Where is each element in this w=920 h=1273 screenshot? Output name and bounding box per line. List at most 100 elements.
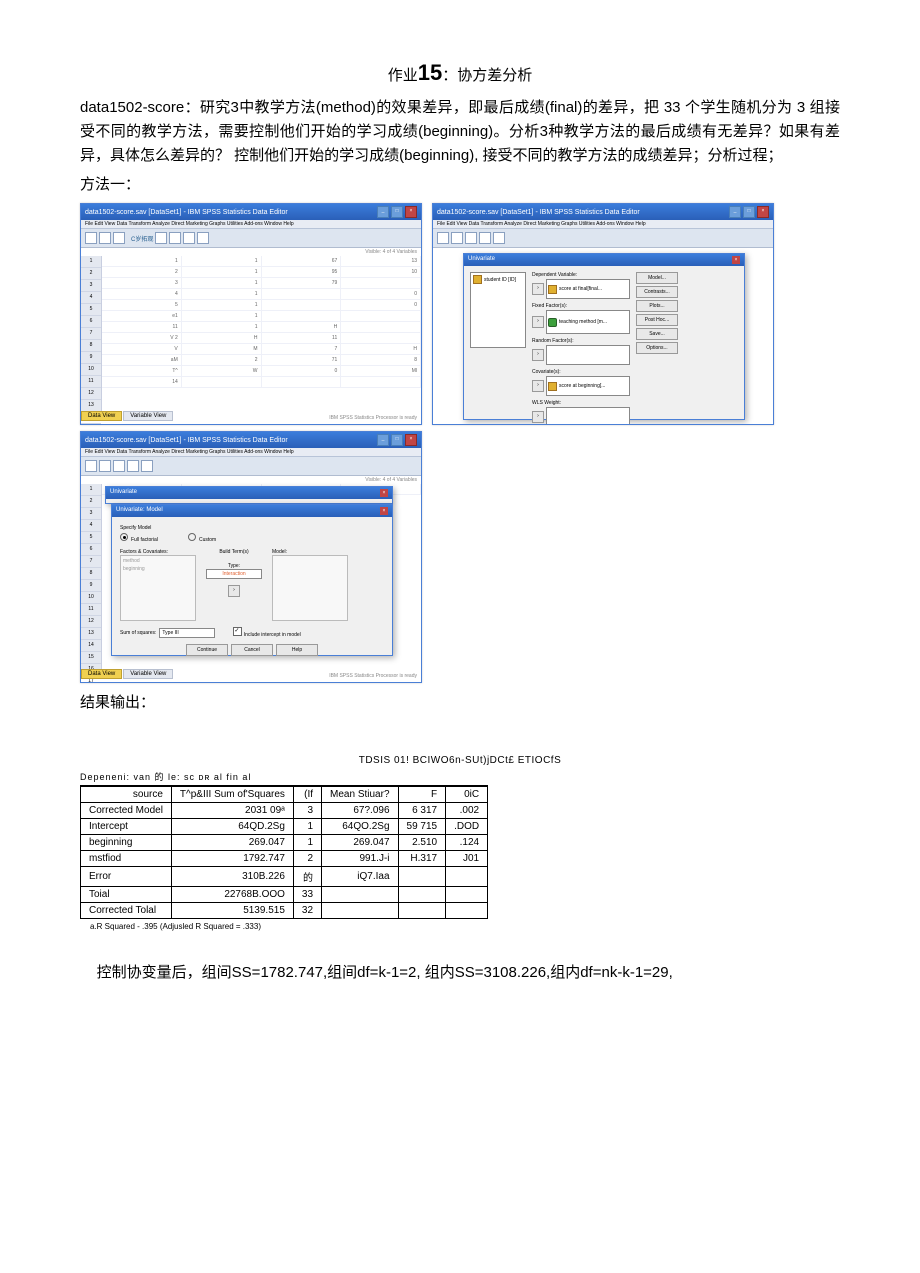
- arrow-right-icon[interactable]: ›: [532, 411, 544, 423]
- checkbox-icon: [233, 627, 242, 636]
- open-icon[interactable]: [85, 460, 97, 472]
- plots-button[interactable]: Plots...: [636, 300, 678, 312]
- window-titlebar: data1502-score.sav [DataSet1] - IBM SPSS…: [433, 204, 773, 220]
- save-icon[interactable]: [99, 460, 111, 472]
- ff-label: Fixed Factor(s):: [532, 303, 630, 309]
- variable-icon: [548, 285, 557, 294]
- toolbar: [433, 229, 773, 248]
- intercept-label: Include intercept in model: [244, 632, 301, 638]
- save-icon[interactable]: [451, 232, 463, 244]
- cov-label: Covariate(s):: [532, 369, 630, 375]
- row-headers: 1234567891011121314: [81, 256, 102, 421]
- type-select[interactable]: Interaction: [206, 569, 262, 579]
- undo-icon[interactable]: [155, 232, 167, 244]
- close-icon[interactable]: ×: [405, 434, 417, 446]
- close-icon[interactable]: ×: [757, 206, 769, 218]
- row-headers: 1234567891011121314151617181920212223: [81, 484, 102, 679]
- find-icon[interactable]: [183, 232, 195, 244]
- status-bar: IBM SPSS Statistics Processor is ready: [329, 673, 417, 679]
- maximize-icon[interactable]: □: [391, 206, 403, 218]
- redo-icon[interactable]: [169, 232, 181, 244]
- close-icon[interactable]: ×: [732, 256, 740, 264]
- wls-field[interactable]: [546, 407, 630, 425]
- maximize-icon[interactable]: □: [743, 206, 755, 218]
- rf-label: Random Factor(s):: [532, 338, 630, 344]
- source-item[interactable]: student ID [ID]: [484, 277, 516, 283]
- window-controls: _ □ ×: [729, 206, 769, 218]
- cov-field[interactable]: score at beginning[...: [546, 376, 630, 396]
- dv-field[interactable]: score at final[final...: [546, 279, 630, 299]
- save-button[interactable]: Save...: [636, 328, 678, 340]
- data-grid[interactable]: 116713 219510 3179 410 510 e11 111H V 2H…: [102, 256, 421, 388]
- intro-text: data1502-score：研究3中教学方法(method)的效果差异，即最后…: [80, 96, 840, 168]
- table-row: Corrected Tolal5139.51532: [81, 903, 488, 919]
- univariate-dialog: Univariate × student ID [ID] Dependent V…: [463, 253, 745, 420]
- menu-bar[interactable]: File Edit View Data Transform Analyze Di…: [433, 220, 773, 229]
- model-list[interactable]: [272, 555, 348, 621]
- factors-list[interactable]: method beginning: [120, 555, 196, 621]
- variable-icon: [548, 382, 557, 391]
- menu-bar[interactable]: File Edit View Data Transform Analyze Di…: [81, 448, 421, 457]
- chart-icon[interactable]: [197, 232, 209, 244]
- save-icon[interactable]: [99, 232, 111, 244]
- spss-univariate-window: data1502-score.sav [DataSet1] - IBM SPSS…: [432, 203, 774, 425]
- nominal-icon: [548, 318, 557, 327]
- contrasts-button[interactable]: Contrasts...: [636, 286, 678, 298]
- model-button[interactable]: Model...: [636, 272, 678, 284]
- chart-icon[interactable]: [141, 460, 153, 472]
- visible-count: Visible: 4 of 4 Variables: [81, 248, 421, 256]
- full-factorial-radio[interactable]: Full factorial: [120, 533, 158, 543]
- minimize-icon[interactable]: _: [729, 206, 741, 218]
- close-icon[interactable]: ×: [380, 507, 388, 515]
- cancel-button[interactable]: Cancel: [231, 644, 273, 656]
- data-view-tab[interactable]: Data View: [81, 411, 122, 421]
- source-list[interactable]: student ID [ID]: [470, 272, 526, 348]
- variable-view-tab[interactable]: Variable View: [123, 669, 173, 679]
- title-num: 15: [418, 60, 442, 85]
- maximize-icon[interactable]: □: [391, 434, 403, 446]
- arrow-right-icon[interactable]: ›: [532, 349, 544, 361]
- print-icon[interactable]: [465, 232, 477, 244]
- custom-radio[interactable]: Custom: [188, 533, 216, 543]
- custom-label: Custom: [199, 537, 216, 543]
- posthoc-button[interactable]: Post Hoc...: [636, 314, 678, 326]
- ff-field[interactable]: teaching method [m...: [546, 310, 630, 334]
- view-tabs: Data View Variable View: [81, 411, 174, 421]
- ff-item: teaching method [m...: [559, 319, 607, 325]
- undo-icon[interactable]: [127, 460, 139, 472]
- title-hw: 作业: [388, 67, 418, 84]
- chart-icon[interactable]: [493, 232, 505, 244]
- rf-field[interactable]: [546, 345, 630, 365]
- arrow-right-icon[interactable]: ›: [532, 316, 544, 328]
- close-icon[interactable]: ×: [380, 489, 388, 497]
- print-icon[interactable]: [113, 460, 125, 472]
- col-f: F: [398, 786, 446, 803]
- table-row: beginning269.0471269.0472.510.124: [81, 835, 488, 851]
- continue-button[interactable]: Continue: [186, 644, 228, 656]
- print-icon[interactable]: [113, 232, 125, 244]
- minimize-icon[interactable]: _: [377, 434, 389, 446]
- close-icon[interactable]: ×: [405, 206, 417, 218]
- open-icon[interactable]: [437, 232, 449, 244]
- arrow-right-icon[interactable]: ›: [532, 283, 544, 295]
- data-view-tab[interactable]: Data View: [81, 669, 122, 679]
- intercept-check[interactable]: Include intercept in model: [233, 627, 300, 638]
- ss-select[interactable]: Type III: [159, 628, 215, 638]
- conclusion-prefix: 控制协变量后，组间SS=1782.747,组间df=k-1=2, 组内SS=31…: [97, 964, 673, 981]
- screenshot-row-2: data1502-score.sav [DataSet1] - IBM SPSS…: [80, 431, 840, 683]
- anova-footnote: a.R Squared - .395 (Adjusled R Squared =…: [80, 922, 840, 931]
- arrow-right-icon[interactable]: ›: [228, 585, 240, 597]
- undo-icon[interactable]: [479, 232, 491, 244]
- ss-label: Sum of squares:: [120, 630, 156, 636]
- factor-item: method: [123, 558, 140, 564]
- minimize-icon[interactable]: _: [377, 206, 389, 218]
- variable-view-tab[interactable]: Variable View: [123, 411, 173, 421]
- anova-title: TDSIS 01! BCIWO6n-SUt)jDCt£ ETIOCfS: [80, 755, 840, 766]
- help-button[interactable]: Help: [276, 644, 318, 656]
- col-ss: T^p&III Sum of'Squares: [171, 786, 293, 803]
- options-button[interactable]: Options...: [636, 342, 678, 354]
- menu-bar[interactable]: File Edit View Data Transform Analyze Di…: [81, 220, 421, 229]
- arrow-right-icon[interactable]: ›: [532, 380, 544, 392]
- conclusion-text: 控制协变量后，组间SS=1782.747,组间df=k-1=2, 组内SS=31…: [80, 961, 840, 985]
- open-icon[interactable]: [85, 232, 97, 244]
